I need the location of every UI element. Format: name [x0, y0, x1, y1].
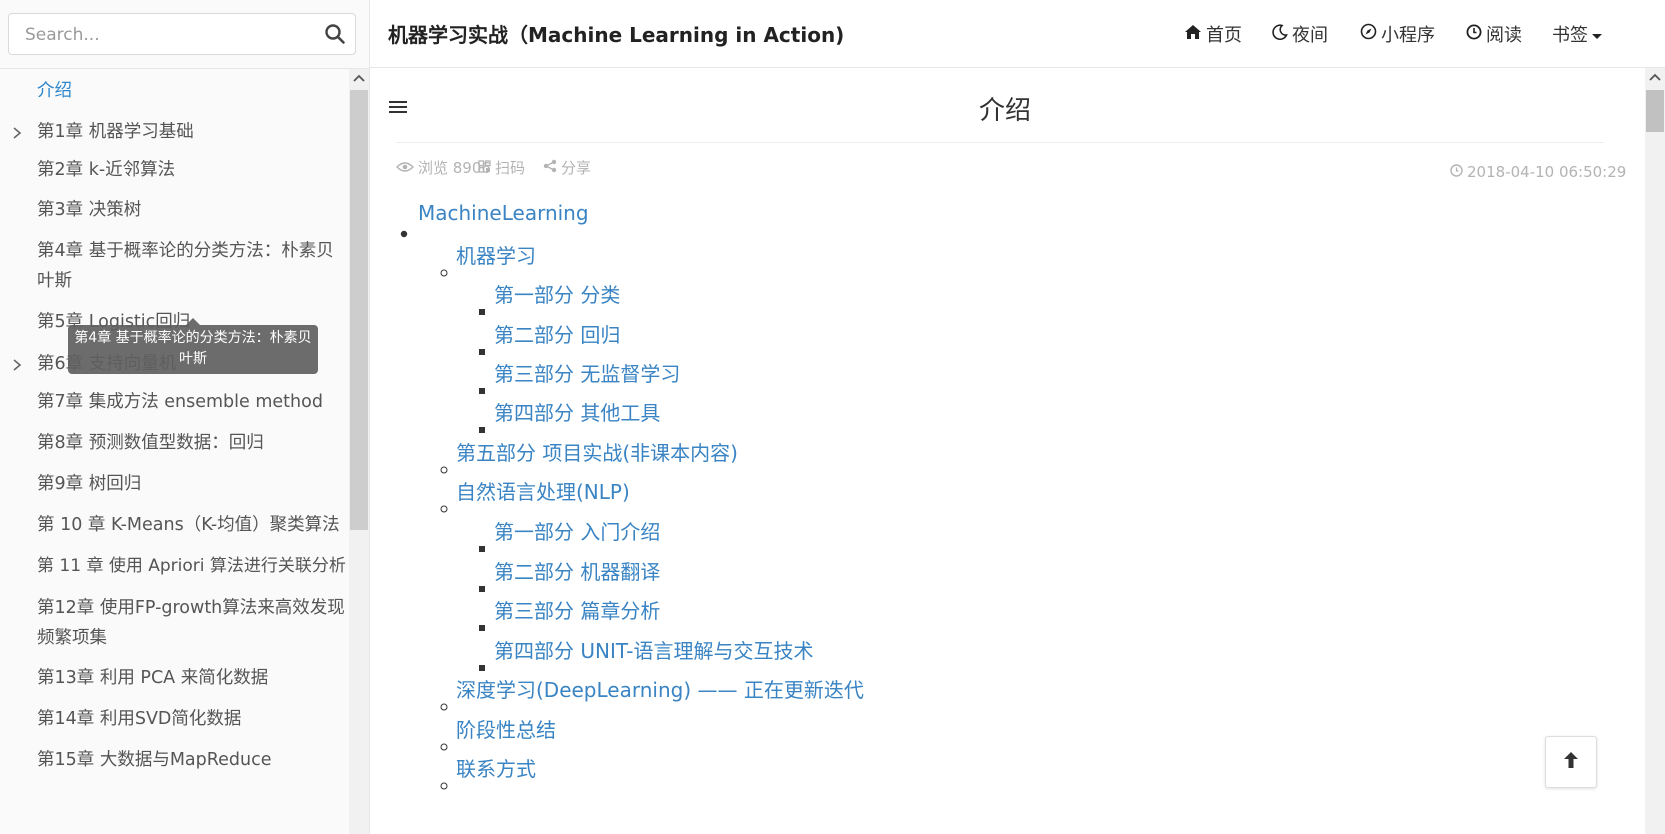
tooltip: 第4章 基于概率论的分类方法：朴素贝叶斯: [68, 325, 318, 374]
toc-link-nlp-part2[interactable]: 第二部分 机器翻译: [494, 556, 660, 585]
sidebar-scrollbar-thumb[interactable]: [350, 90, 368, 530]
bullet-circle: [440, 498, 448, 517]
meta-views: 浏览 8906: [396, 157, 491, 178]
arrow-up-icon: [1563, 751, 1579, 773]
bullet-square: [479, 301, 486, 320]
toc-link-ml[interactable]: 机器学习: [456, 240, 536, 269]
title-divider: [396, 142, 1604, 143]
clock-icon: [1450, 163, 1467, 181]
share-icon: [543, 159, 561, 177]
nav-bookmark-label: 书签: [1552, 25, 1588, 46]
home-icon: [1184, 24, 1206, 45]
bullet-square: [479, 538, 486, 557]
chevron-right-icon[interactable]: [10, 125, 24, 139]
nav-miniapp-label: 小程序: [1381, 25, 1435, 46]
sidebar-item-ch1[interactable]: 第1章 机器学习基础: [37, 117, 347, 148]
toc-link-machinelearning[interactable]: MachineLearning: [418, 201, 589, 225]
bullet-square: [479, 617, 486, 636]
toc-link-summary[interactable]: 阶段性总结: [456, 714, 556, 743]
meta-qrcode-label: 扫码: [495, 159, 526, 177]
toc-link-contact[interactable]: 联系方式: [456, 753, 536, 782]
clock-icon: [1466, 24, 1486, 45]
top-header: 机器学习实战（Machine Learning in Action) 首页 夜间…: [370, 0, 1665, 68]
bullet-circle: [440, 459, 448, 478]
sidebar-item-ch4[interactable]: 第4章 基于概率论的分类方法：朴素贝叶斯: [37, 236, 347, 296]
meta-date-label: 2018-04-10 06:50:29: [1467, 163, 1627, 181]
caret-down-icon: [1592, 24, 1606, 45]
search-icon[interactable]: [323, 22, 347, 46]
meta-date: 2018-04-10 06:50:29: [1450, 163, 1626, 181]
sidebar-toc: 介绍 第1章 机器学习基础 第2章 k-近邻算法 第3章 决策树 第4章 基于概…: [0, 69, 349, 834]
toc-link-part1-classification[interactable]: 第一部分 分类: [494, 279, 620, 308]
toc-link-part2-regression[interactable]: 第二部分 回归: [494, 319, 620, 348]
bullet-square: [479, 419, 486, 438]
meta-share-label: 分享: [561, 159, 592, 177]
chevron-right-icon[interactable]: [10, 357, 24, 371]
sidebar-item-ch14[interactable]: 第14章 利用SVD简化数据: [37, 704, 347, 735]
sidebar-item-ch13[interactable]: 第13章 利用 PCA 来简化数据: [37, 663, 347, 694]
bullet-circle: [440, 775, 448, 794]
sidebar-item-intro[interactable]: 介绍: [37, 76, 347, 107]
sidebar-item-ch3[interactable]: 第3章 决策树: [37, 195, 347, 226]
nav-night-label: 夜间: [1292, 25, 1328, 46]
moon-icon: [1272, 23, 1292, 45]
sidebar-item-ch8[interactable]: 第8章 预测数值型数据：回归: [37, 428, 347, 459]
toc-link-deeplearning[interactable]: 深度学习(DeepLearning) —— 正在更新迭代: [456, 674, 864, 703]
sidebar-item-ch10[interactable]: 第 10 章 K-Means（K-均值）聚类算法: [37, 510, 347, 541]
tooltip-arrow: [186, 318, 200, 325]
bullet-circle: [440, 696, 448, 715]
search-input[interactable]: [23, 14, 317, 56]
nav-miniapp[interactable]: 小程序: [1360, 22, 1435, 46]
sidebar-item-ch11[interactable]: 第 11 章 使用 Apriori 算法进行关联分析: [37, 551, 349, 582]
toc-link-part4-tools[interactable]: 第四部分 其他工具: [494, 397, 660, 426]
main-scrollbar[interactable]: [1645, 68, 1665, 834]
eye-icon: [396, 159, 418, 177]
bullet-square: [479, 578, 486, 597]
sidebar-item-ch7[interactable]: 第7章 集成方法 ensemble method: [37, 387, 347, 418]
sidebar: 介绍 第1章 机器学习基础 第2章 k-近邻算法 第3章 决策树 第4章 基于概…: [0, 0, 370, 834]
scroll-up-arrow-icon[interactable]: [349, 69, 369, 89]
meta-share[interactable]: 分享: [543, 157, 591, 178]
nav-home-label: 首页: [1206, 25, 1242, 46]
book-title: 机器学习实战（Machine Learning in Action): [388, 23, 845, 47]
nav-night[interactable]: 夜间: [1272, 22, 1328, 46]
nav-home[interactable]: 首页: [1184, 22, 1242, 46]
bullet-square: [479, 380, 486, 399]
back-to-top-button[interactable]: [1545, 736, 1597, 788]
nav-read[interactable]: 阅读: [1466, 22, 1522, 46]
nav-read-label: 阅读: [1486, 25, 1522, 46]
sidebar-item-ch15[interactable]: 第15章 大数据与MapReduce: [37, 745, 347, 776]
bullet-square: [479, 341, 486, 360]
scroll-up-arrow-icon[interactable]: [1645, 68, 1665, 88]
toc-link-nlp-part1[interactable]: 第一部分 入门介绍: [494, 516, 660, 545]
qrcode-icon: [478, 159, 495, 177]
nav-bookmark-dropdown[interactable]: 书签: [1552, 22, 1606, 46]
toc-link-nlp[interactable]: 自然语言处理(NLP): [456, 476, 630, 505]
toc-link-nlp-part3[interactable]: 第三部分 篇章分析: [494, 595, 660, 624]
bullet-circle: [440, 262, 448, 281]
bullet-circle: [440, 736, 448, 755]
sidebar-item-ch2[interactable]: 第2章 k-近邻算法: [37, 155, 347, 186]
bullet-disc: [400, 223, 408, 242]
toc-link-part5-projects[interactable]: 第五部分 项目实战(非课本内容): [456, 437, 738, 466]
toc-link-nlp-part4[interactable]: 第四部分 UNIT-语言理解与交互技术: [494, 635, 813, 664]
compass-icon: [1360, 23, 1381, 45]
sidebar-item-ch9[interactable]: 第9章 树回归: [37, 469, 347, 500]
main-scrollbar-thumb[interactable]: [1646, 90, 1664, 132]
toc-link-part3-unsupervised[interactable]: 第三部分 无监督学习: [494, 358, 680, 387]
meta-qrcode[interactable]: 扫码: [478, 157, 525, 178]
sidebar-item-ch12[interactable]: 第12章 使用FP-growth算法来高效发现频繁项集: [37, 593, 347, 653]
search-box: [8, 13, 356, 56]
main-content: 介绍 浏览 8906 扫码 分享 2018-04-10 06:50:29 Mac…: [370, 68, 1645, 834]
page-title: 介绍: [978, 96, 1031, 126]
